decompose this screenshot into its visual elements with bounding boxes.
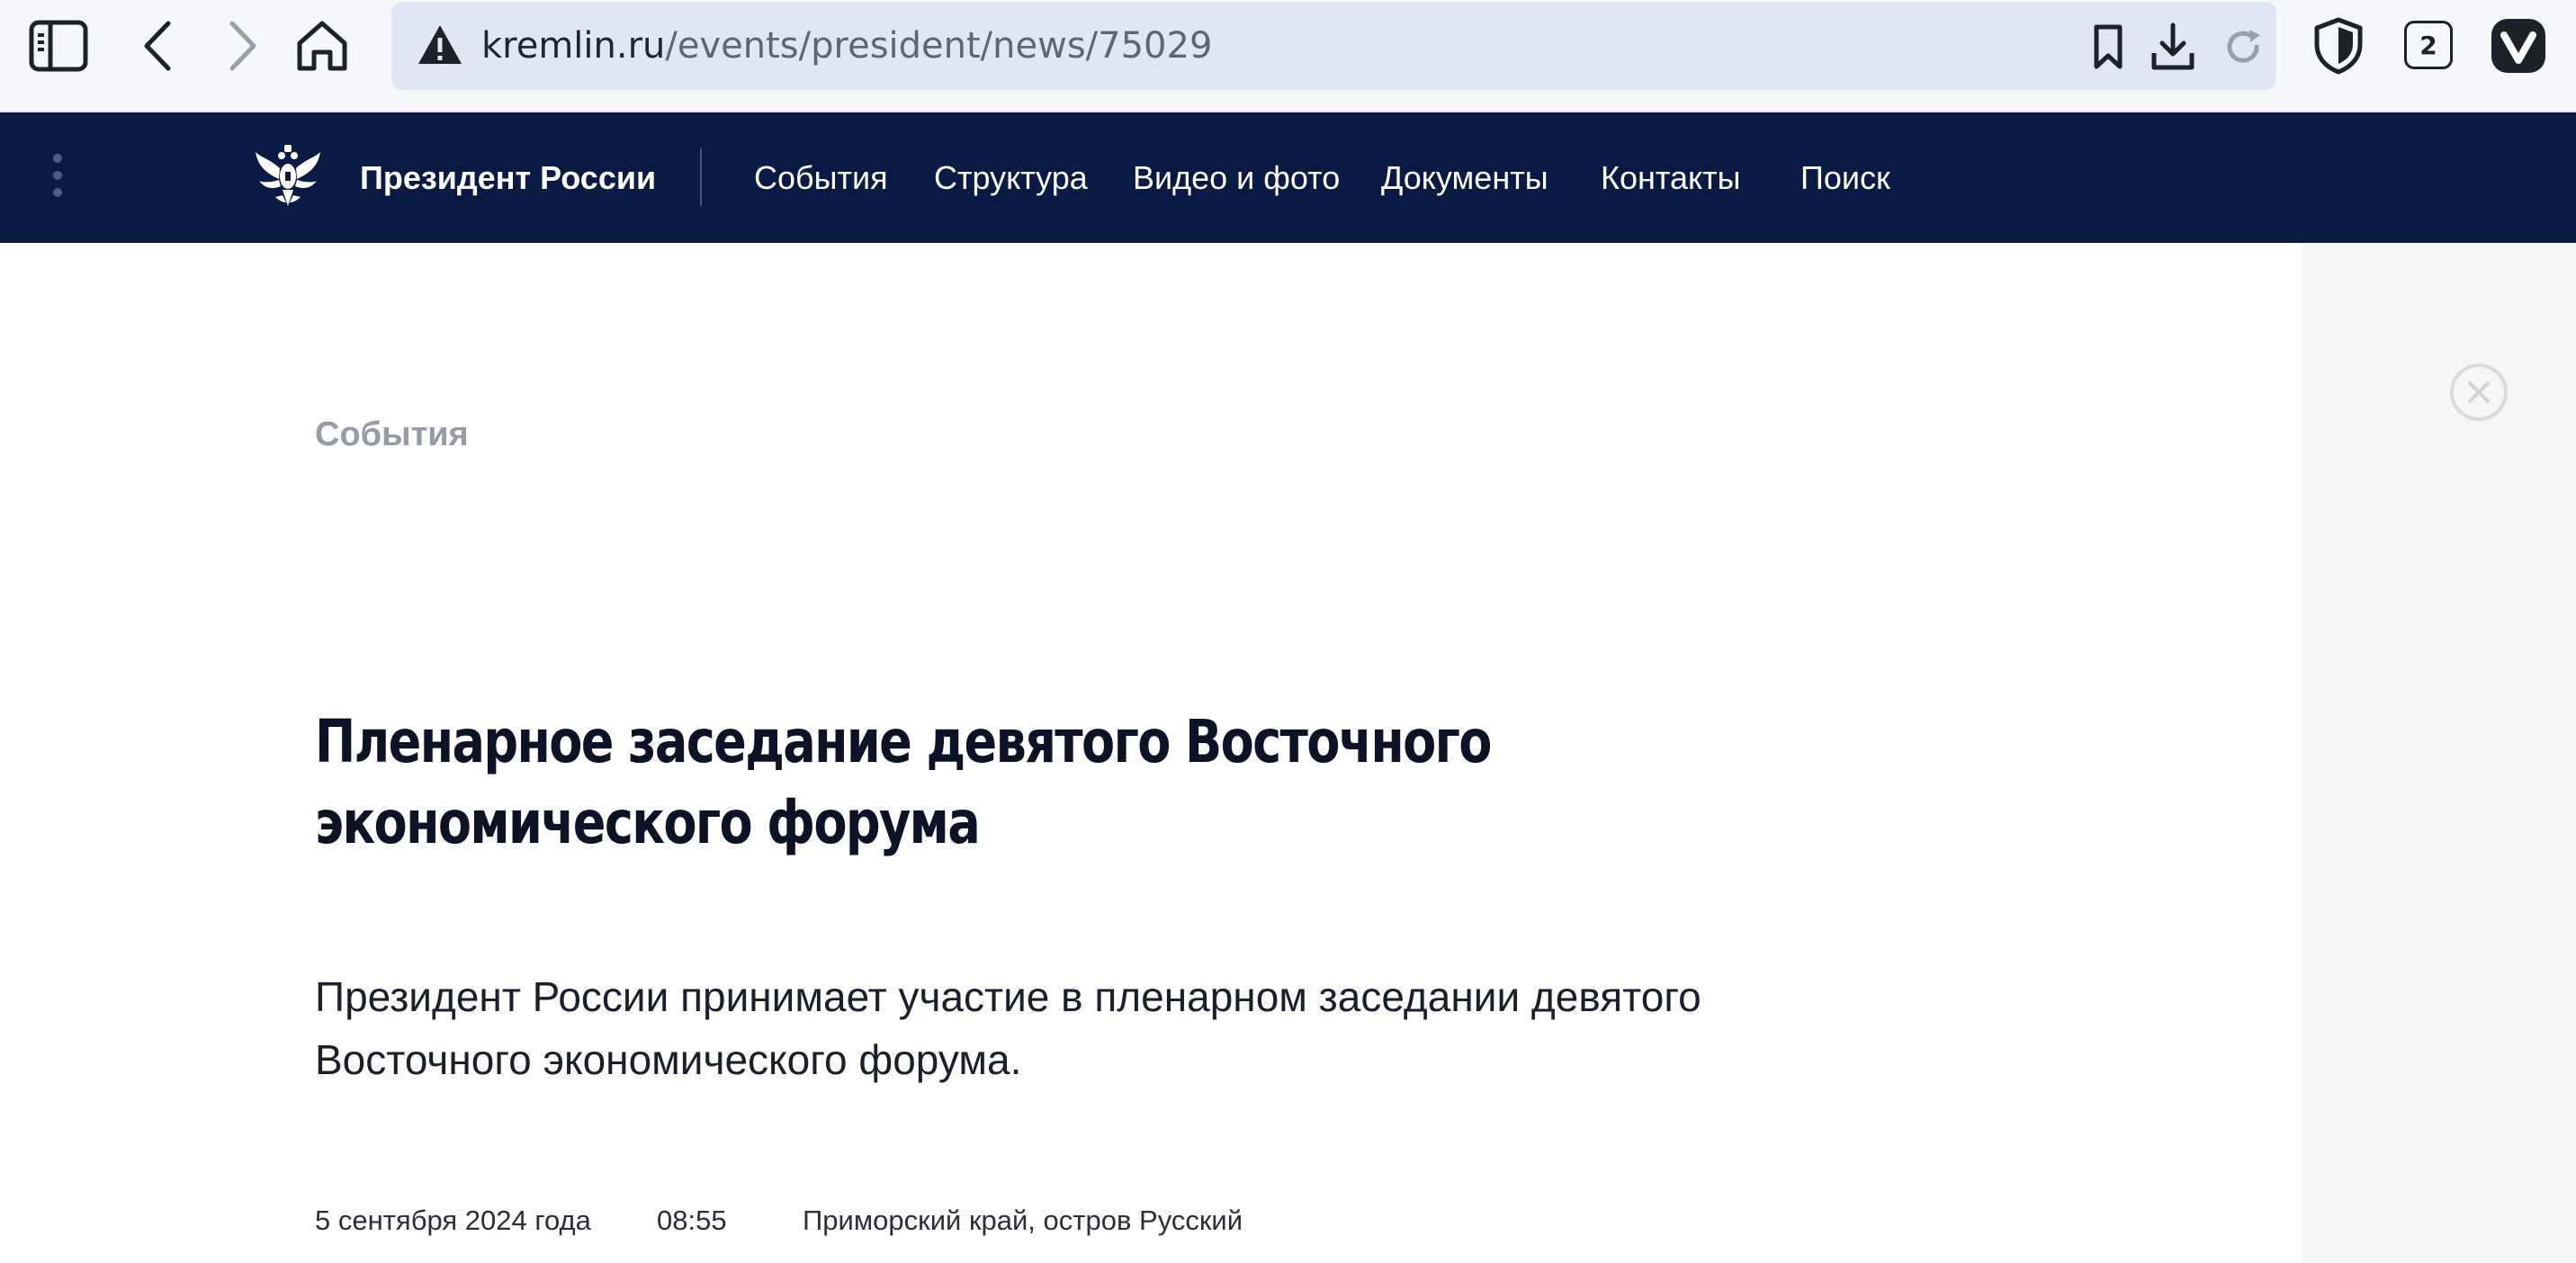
nav-link-contacts[interactable]: Контакты xyxy=(1601,112,1741,243)
nav-link-events[interactable]: События xyxy=(754,112,888,243)
site-brand-link[interactable]: Президент России xyxy=(360,112,656,243)
bookmark-icon xyxy=(2094,24,2123,69)
article-title-line-2: экономического форума xyxy=(315,788,981,857)
vivaldi-logo-icon xyxy=(2491,19,2545,73)
sidebar-panel-icon xyxy=(29,20,88,72)
article-date: 5 сентября 2024 года xyxy=(315,1205,591,1236)
forward-button[interactable] xyxy=(216,18,270,74)
home-button[interactable] xyxy=(292,16,352,76)
url-path: /events/president/news/75029 xyxy=(665,25,1213,67)
vivaldi-menu-button[interactable] xyxy=(2491,18,2546,74)
nav-link-documents[interactable]: Документы xyxy=(1381,112,1548,243)
section-label[interactable]: События xyxy=(315,416,469,454)
sidebar-toggle-button[interactable] xyxy=(27,18,90,74)
url-text[interactable]: kremlin.ru/events/president/news/75029 xyxy=(481,2,1212,90)
tab-count-button[interactable]: 2 xyxy=(2404,21,2453,69)
article-lead: Президент России принимает участие в пле… xyxy=(315,965,1844,1091)
article-lead-line-1: Президент России принимает участие в пле… xyxy=(315,973,1701,1020)
reload-icon xyxy=(2227,30,2260,63)
url-host: kremlin.ru xyxy=(481,25,666,67)
tracker-blocker-button[interactable] xyxy=(2312,16,2365,76)
article-title: Пленарное заседание девятого Восточного … xyxy=(315,702,1717,864)
eagle-emblem-icon[interactable] xyxy=(252,139,324,211)
shield-icon xyxy=(2314,17,2363,75)
address-bar[interactable]: kremlin.ru/events/president/news/75029 xyxy=(391,2,2276,90)
bookmark-button[interactable] xyxy=(2090,22,2126,72)
nav-link-structure[interactable]: Структура xyxy=(934,112,1088,243)
nav-divider xyxy=(700,148,702,206)
chevron-right-icon xyxy=(229,21,256,71)
browser-toolbar: kremlin.ru/events/president/news/75029 2 xyxy=(0,0,2576,112)
close-icon xyxy=(2468,381,2490,403)
article-location[interactable]: Приморский край, остров Русский xyxy=(803,1205,1243,1237)
home-icon xyxy=(297,21,347,71)
site-navigation: Президент России События Структура Видео… xyxy=(0,112,2576,243)
article-title-line-1: Пленарное заседание девятого Восточного xyxy=(315,707,1492,776)
nav-link-video-photo[interactable]: Видео и фото xyxy=(1133,112,1340,243)
close-button[interactable] xyxy=(2450,363,2508,421)
more-menu-icon[interactable] xyxy=(50,154,65,202)
chevron-left-icon xyxy=(144,21,171,71)
article-lead-line-2: Восточного экономического форума. xyxy=(315,1036,1022,1083)
article-time: 08:55 xyxy=(657,1205,727,1236)
download-icon xyxy=(2151,22,2195,70)
side-panel xyxy=(2302,243,2576,1263)
warning-icon[interactable] xyxy=(417,22,463,68)
download-button[interactable] xyxy=(2150,22,2195,72)
reload-button[interactable] xyxy=(2221,22,2266,72)
nav-link-search[interactable]: Поиск xyxy=(1800,112,1890,243)
back-button[interactable] xyxy=(130,18,184,74)
